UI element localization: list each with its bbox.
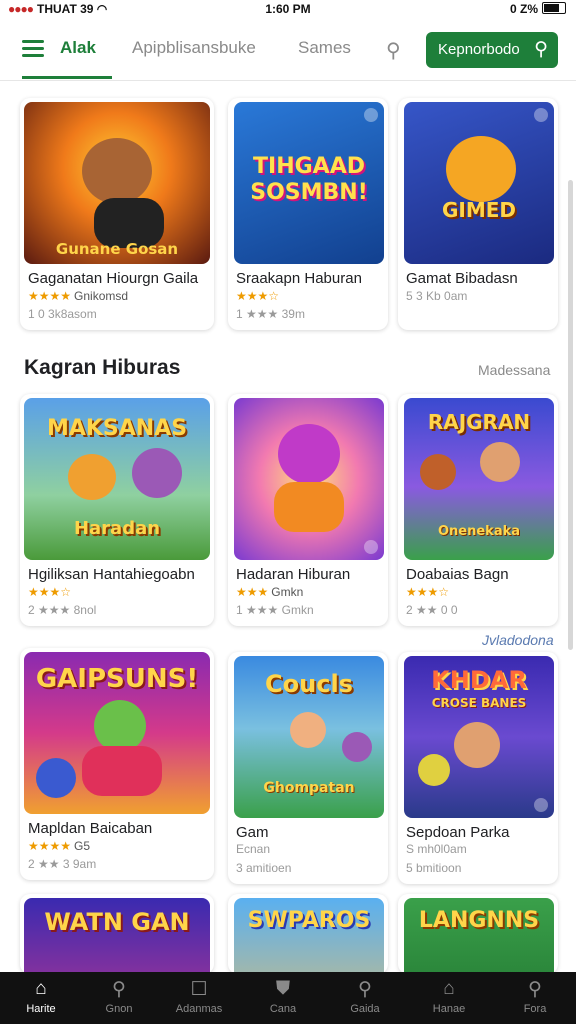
tab-applications[interactable]: Apipblisansbuke	[132, 38, 256, 58]
top-app-bar: Alak Apipblisansbuke Sames ⚲ Kepnorbodo …	[0, 18, 576, 81]
app-artwork: LANGNNS	[404, 898, 554, 974]
scrollbar[interactable]	[568, 180, 573, 650]
app-rating: ★★★★ Gnikomsd	[28, 289, 129, 303]
app-card[interactable]: KHDAR CROSE BANES Sepdoan Parka S mh0l0a…	[398, 652, 558, 884]
app-meta: 2 ★★★ 8nol	[28, 603, 97, 617]
nav-guide[interactable]: ⚲ Gaida	[324, 978, 406, 1015]
search-icon: ⚲	[112, 979, 126, 1000]
app-artwork: TIHGAAD SOSMBN!	[234, 102, 384, 264]
app-card[interactable]: GIMED Gamat Bibadasn 5 3 Kb 0am	[398, 98, 558, 330]
section-see-more-link[interactable]: Jvladodona	[482, 632, 554, 648]
app-artwork: RAJGRAN Onenekaka	[404, 398, 554, 560]
battery-percent: 0 Z%	[509, 2, 538, 16]
app-rating: ★★★★ G5	[28, 839, 91, 853]
app-card[interactable]: TIHGAAD SOSMBN! Sraakapn Haburan ★★★☆ 1 …	[228, 98, 388, 330]
app-card[interactable]: WATN GAN	[20, 894, 214, 974]
search-icon: ⚲	[534, 39, 548, 60]
app-meta: 1 0 3k8asom	[28, 307, 97, 321]
search-button[interactable]: Kepnorbodo ⚲	[426, 32, 558, 68]
app-artwork: Gunane Gosan	[24, 102, 210, 264]
app-rating: ★★★☆	[406, 585, 450, 599]
battery-icon	[542, 2, 566, 14]
app-meta: 1 ★★★ Gmkn	[236, 603, 314, 617]
app-name: Doabaias Bagn	[406, 566, 509, 583]
app-name: Hadaran Hiburan	[236, 566, 351, 583]
active-tab-indicator	[22, 76, 112, 79]
app-meta: 5 bmitioon	[406, 861, 462, 875]
app-meta-secondary: S mh0l0am	[406, 842, 467, 856]
app-meta: 2 ★★ 0 0	[406, 603, 458, 617]
app-card[interactable]: Gunane Gosan Gaganatan Hiourgn Gaila ★★★…	[20, 98, 214, 330]
nav-games[interactable]: ⛊ Cana	[242, 978, 324, 1015]
app-artwork: MAKSANAS Haradan	[24, 398, 210, 560]
nav-search[interactable]: ⚲ Gnon	[78, 978, 160, 1015]
hamburger-menu-icon[interactable]	[22, 40, 44, 57]
app-meta: 2 ★★ 3 9am	[28, 857, 97, 871]
tab-games[interactable]: Sames	[298, 38, 351, 58]
app-artwork: SWPAROS	[234, 898, 384, 974]
nav-library[interactable]: ⌂ Hanae	[408, 978, 490, 1015]
app-meta-secondary: Ecnan	[236, 842, 271, 856]
app-card[interactable]: MAKSANAS Haradan Hgiliksan Hantahiegoabn…	[20, 394, 214, 626]
app-name: Hgiliksan Hantahiegoabn	[28, 566, 195, 583]
search-icon: ⚲	[528, 979, 542, 1000]
square-icon: ☐	[190, 979, 208, 1000]
app-rating: ★★★☆	[236, 289, 280, 303]
nav-more[interactable]: ⚲ Fora	[494, 978, 576, 1015]
app-card[interactable]: LANGNNS	[398, 894, 558, 974]
more-icon[interactable]	[534, 798, 548, 812]
app-name: Gamat Bibadasn	[406, 270, 518, 287]
app-card[interactable]: SWPAROS	[228, 894, 388, 974]
house-outline-icon: ⌂	[443, 978, 455, 999]
app-card[interactable]: Coucls Ghompatan Gam Ecnan 3 amitioen	[228, 652, 388, 884]
nav-home[interactable]: ⌂ Harite	[0, 978, 82, 1015]
tab-alak[interactable]: Alak	[60, 38, 96, 58]
more-icon[interactable]	[364, 108, 378, 122]
app-meta: 3 amitioen	[236, 861, 292, 875]
more-icon[interactable]	[364, 540, 378, 554]
more-icon[interactable]	[534, 108, 548, 122]
search-icon: ⚲	[358, 979, 372, 1000]
app-artwork: GIMED	[404, 102, 554, 264]
section-title: Kagran Hiburas	[24, 356, 181, 379]
app-artwork	[234, 398, 384, 560]
search-icon[interactable]: ⚲	[386, 38, 401, 63]
section-see-more-link[interactable]: Madessana	[478, 362, 550, 378]
app-name: Sraakapn Haburan	[236, 270, 362, 287]
app-card[interactable]: RAJGRAN Onenekaka Doabaias Bagn ★★★☆ 2 ★…	[398, 394, 558, 626]
app-artwork: KHDAR CROSE BANES	[404, 656, 554, 818]
app-rating: ★★★☆	[28, 585, 72, 599]
app-name: Gaganatan Hiourgn Gaila	[28, 270, 199, 287]
app-name: Gam	[236, 824, 269, 841]
app-artwork: Coucls Ghompatan	[234, 656, 384, 818]
app-artwork: WATN GAN	[24, 898, 210, 974]
app-name: Sepdoan Parka	[406, 824, 510, 841]
search-button-label: Kepnorbodo	[438, 41, 520, 58]
app-card[interactable]: GAIPSUNS! Mapldan Baicaban ★★★★ G5 2 ★★ 3…	[20, 648, 214, 880]
app-name: Mapldan Baicaban	[28, 820, 153, 837]
app-meta: 1 ★★★ 39m	[236, 307, 305, 321]
app-artwork: GAIPSUNS!	[24, 652, 210, 814]
app-card[interactable]: Hadaran Hiburan ★★★ Gmkn 1 ★★★ Gmkn	[228, 394, 388, 626]
home-icon: ⌂	[35, 978, 47, 999]
status-bar: ●●●● ΤΗUAT 39 ◠ 1:60 PM 0 Z%	[0, 0, 576, 18]
app-meta: 5 3 Kb 0am	[406, 289, 468, 303]
app-rating: ★★★ Gmkn	[236, 585, 304, 599]
clock: 1:60 PM	[265, 2, 311, 16]
nav-apps[interactable]: ☐ Adanmas	[158, 978, 240, 1015]
shield-icon: ⛊	[275, 978, 291, 999]
bottom-navigation: ⌂ Harite ⚲ Gnon ☐ Adanmas ⛊ Cana ⚲ Gaida ⌂ Han…	[0, 972, 576, 1024]
